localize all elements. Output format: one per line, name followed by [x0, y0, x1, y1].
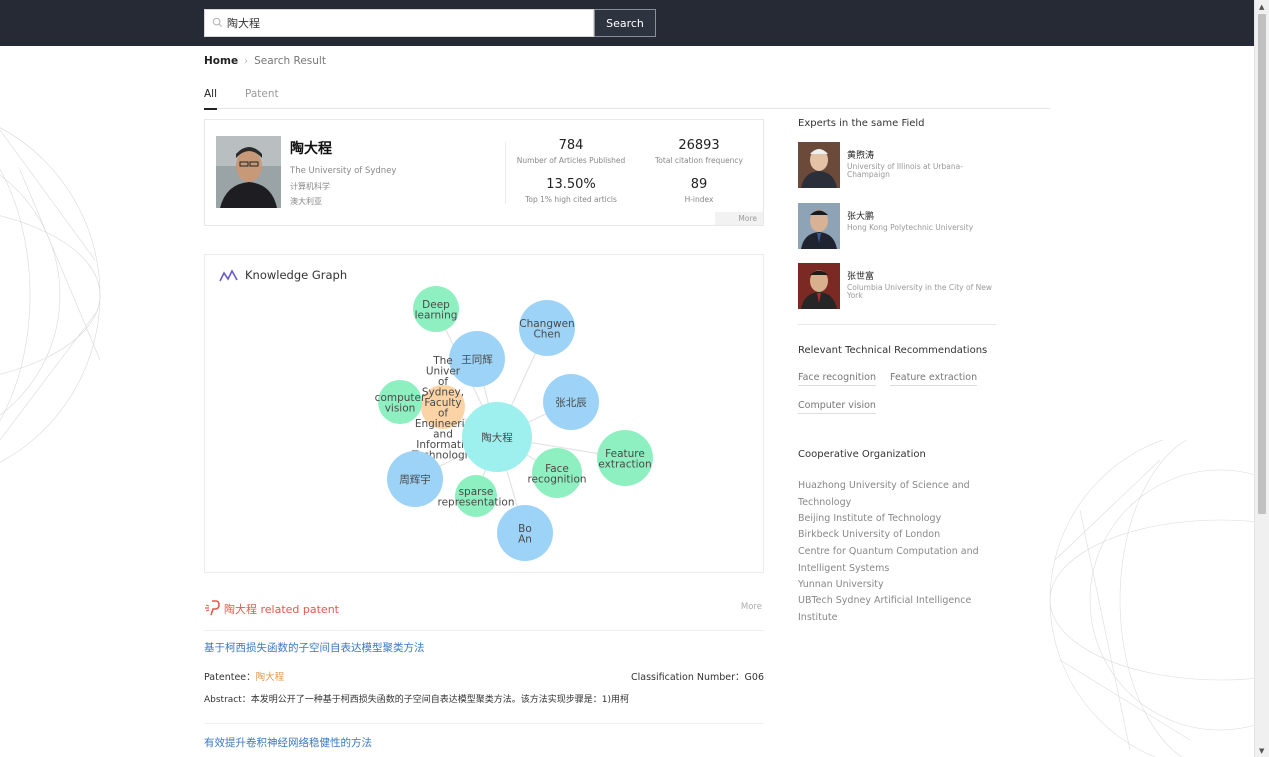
avatar[interactable]: [216, 136, 281, 208]
patent-section-title: 陶大程 related patent: [224, 603, 339, 616]
profile-field: 计算机科学: [290, 182, 330, 191]
patentee-link[interactable]: 陶大程: [256, 672, 285, 683]
scrollbar[interactable]: ▲ ▼: [1254, 0, 1269, 757]
organization-item[interactable]: Beijing Institute of Technology: [798, 511, 988, 528]
search-box[interactable]: [204, 9, 594, 37]
profile-more-button[interactable]: More: [715, 212, 763, 225]
graph-node-label: sparse representation: [437, 486, 514, 509]
patent-title-link[interactable]: 有效提升卷积神经网络稳健性的方法: [204, 735, 372, 750]
expert-item[interactable]: 黄煦涛 University of Illinois at Urbana-Cha…: [798, 142, 998, 190]
search-button[interactable]: Search: [594, 9, 656, 37]
graph-node-label: 王同辉: [461, 353, 493, 366]
stat-top-cited: 13.50% Top 1% high cited articls: [506, 177, 636, 204]
expert-org: Hong Kong Polytechnic University: [847, 223, 974, 232]
patentee-line: Patentee：陶大程: [204, 669, 284, 683]
expert-avatar[interactable]: [798, 203, 840, 249]
classification-number: Classification Number：G06: [631, 672, 764, 683]
profile-card: 陶大程 The University of Sydney 计算机科学 澳大利亚 …: [204, 119, 764, 226]
expert-org: Columbia University in the City of New Y…: [847, 283, 992, 300]
expert-avatar[interactable]: [798, 142, 840, 188]
recommendations-title: Relevant Technical Recommendations: [798, 345, 988, 356]
graph-node[interactable]: 周辉宇: [387, 451, 443, 507]
stat-value: 26893: [678, 138, 720, 153]
expert-name[interactable]: 黄煦涛: [847, 148, 874, 161]
patent-title-link[interactable]: 基于柯西损失函数的子空间自表达模型聚类方法: [204, 640, 425, 655]
expert-name[interactable]: 张世富: [847, 269, 874, 282]
graph-node[interactable]: 张北辰: [543, 374, 599, 430]
organization-item[interactable]: Centre for Quantum Computation and Intel…: [798, 544, 988, 577]
graph-node[interactable]: 王同辉: [449, 331, 505, 387]
graph-node-label: 张北辰: [555, 397, 587, 409]
result-tabs: All Patent: [204, 88, 1050, 110]
recommendation-tag[interactable]: Face recognition: [798, 372, 876, 386]
tab-all[interactable]: All: [204, 88, 218, 110]
graph-node[interactable]: sparse representation: [437, 475, 515, 517]
experts-title: Experts in the same Field: [798, 118, 925, 129]
stat-label: Top 1% high cited articls: [525, 195, 617, 204]
organization-item[interactable]: Yunnan University: [798, 577, 988, 594]
stat-citations: 26893 Total citation frequency: [634, 138, 764, 165]
expert-avatar[interactable]: [798, 263, 840, 309]
chevron-right-icon: ›: [244, 55, 249, 67]
graph-node[interactable]: Bo An: [497, 505, 553, 561]
patentee-label: Patentee：: [204, 672, 256, 683]
knowledge-graph-panel: Knowledge Graph Deep learning Changwen Chen…: [204, 254, 764, 573]
organization-item[interactable]: UBTech Sydney Artificial Intelligence In…: [798, 593, 988, 626]
graph-node[interactable]: Feature extraction: [597, 430, 653, 486]
stat-h-index: 89 H-index: [634, 177, 764, 204]
graph-node[interactable]: Face recognition: [527, 448, 587, 498]
graph-node[interactable]: Deep learning: [413, 286, 459, 332]
graph-node[interactable]: Changwen Chen: [519, 300, 575, 356]
scroll-down-arrow-icon[interactable]: ▼: [1259, 747, 1264, 755]
stat-value: 89: [690, 177, 708, 192]
stat-label: Total citation frequency: [654, 156, 743, 165]
profile-name: 陶大程: [290, 141, 332, 157]
knowledge-graph[interactable]: Deep learningChangwen Chen王同辉The Univer of Sy…: [205, 255, 763, 572]
globe-decoration-right: [1049, 440, 1254, 757]
breadcrumb-home[interactable]: Home: [204, 55, 238, 67]
graph-node[interactable]: 陶大程: [462, 402, 532, 472]
expert-item[interactable]: 张世富 Columbia University in the City of N…: [798, 263, 998, 311]
breadcrumb-current: Search Result: [254, 55, 326, 67]
graph-node-label: 陶大程: [481, 431, 513, 444]
stat-articles: 784 Number of Articles Published: [506, 138, 636, 165]
organization-item[interactable]: Birkbeck University of London: [798, 527, 988, 544]
divider: [204, 723, 764, 724]
recommendation-tag[interactable]: Computer vision: [798, 400, 876, 414]
organization-item[interactable]: Huazhong University of Science and Techn…: [798, 478, 988, 511]
stat-label: H-index: [684, 195, 714, 204]
patent-abstract: Abstract：本发明公开了一种基于柯西损失函数的子空间自表达模型聚类方法。该…: [204, 695, 630, 705]
graph-node-label: Feature extraction: [598, 448, 651, 471]
patent-section-header: 陶大程 related patent More: [204, 598, 764, 631]
search-icon: [212, 17, 222, 27]
expert-item[interactable]: 张大鹏 Hong Kong Polytechnic University: [798, 203, 998, 251]
patent-more-button[interactable]: More: [741, 602, 762, 612]
stat-value: 784: [558, 138, 584, 153]
stat-label: Number of Articles Published: [516, 156, 626, 165]
graph-node-label: 周辉宇: [399, 473, 431, 486]
breadcrumb: Home › Search Result: [204, 55, 326, 67]
profile-country: 澳大利亚: [290, 197, 322, 206]
recommendation-tag[interactable]: Feature extraction: [890, 372, 978, 386]
globe-decoration-left: [0, 127, 101, 463]
graph-node-label: Bo An: [518, 523, 532, 546]
tab-patent[interactable]: Patent: [245, 88, 279, 107]
stat-value: 13.50%: [546, 177, 596, 192]
expert-name[interactable]: 张大鹏: [847, 209, 874, 222]
cooperative-org-title: Cooperative Organization: [798, 449, 926, 460]
search-input[interactable]: [227, 14, 587, 32]
patent-icon: [205, 600, 220, 616]
profile-university: The University of Sydney: [290, 166, 397, 176]
divider: [798, 324, 996, 325]
scroll-thumb[interactable]: [1258, 14, 1266, 514]
expert-org: University of Illinois at Urbana-Champai…: [847, 162, 963, 179]
scroll-up-arrow-icon[interactable]: ▲: [1259, 3, 1264, 11]
